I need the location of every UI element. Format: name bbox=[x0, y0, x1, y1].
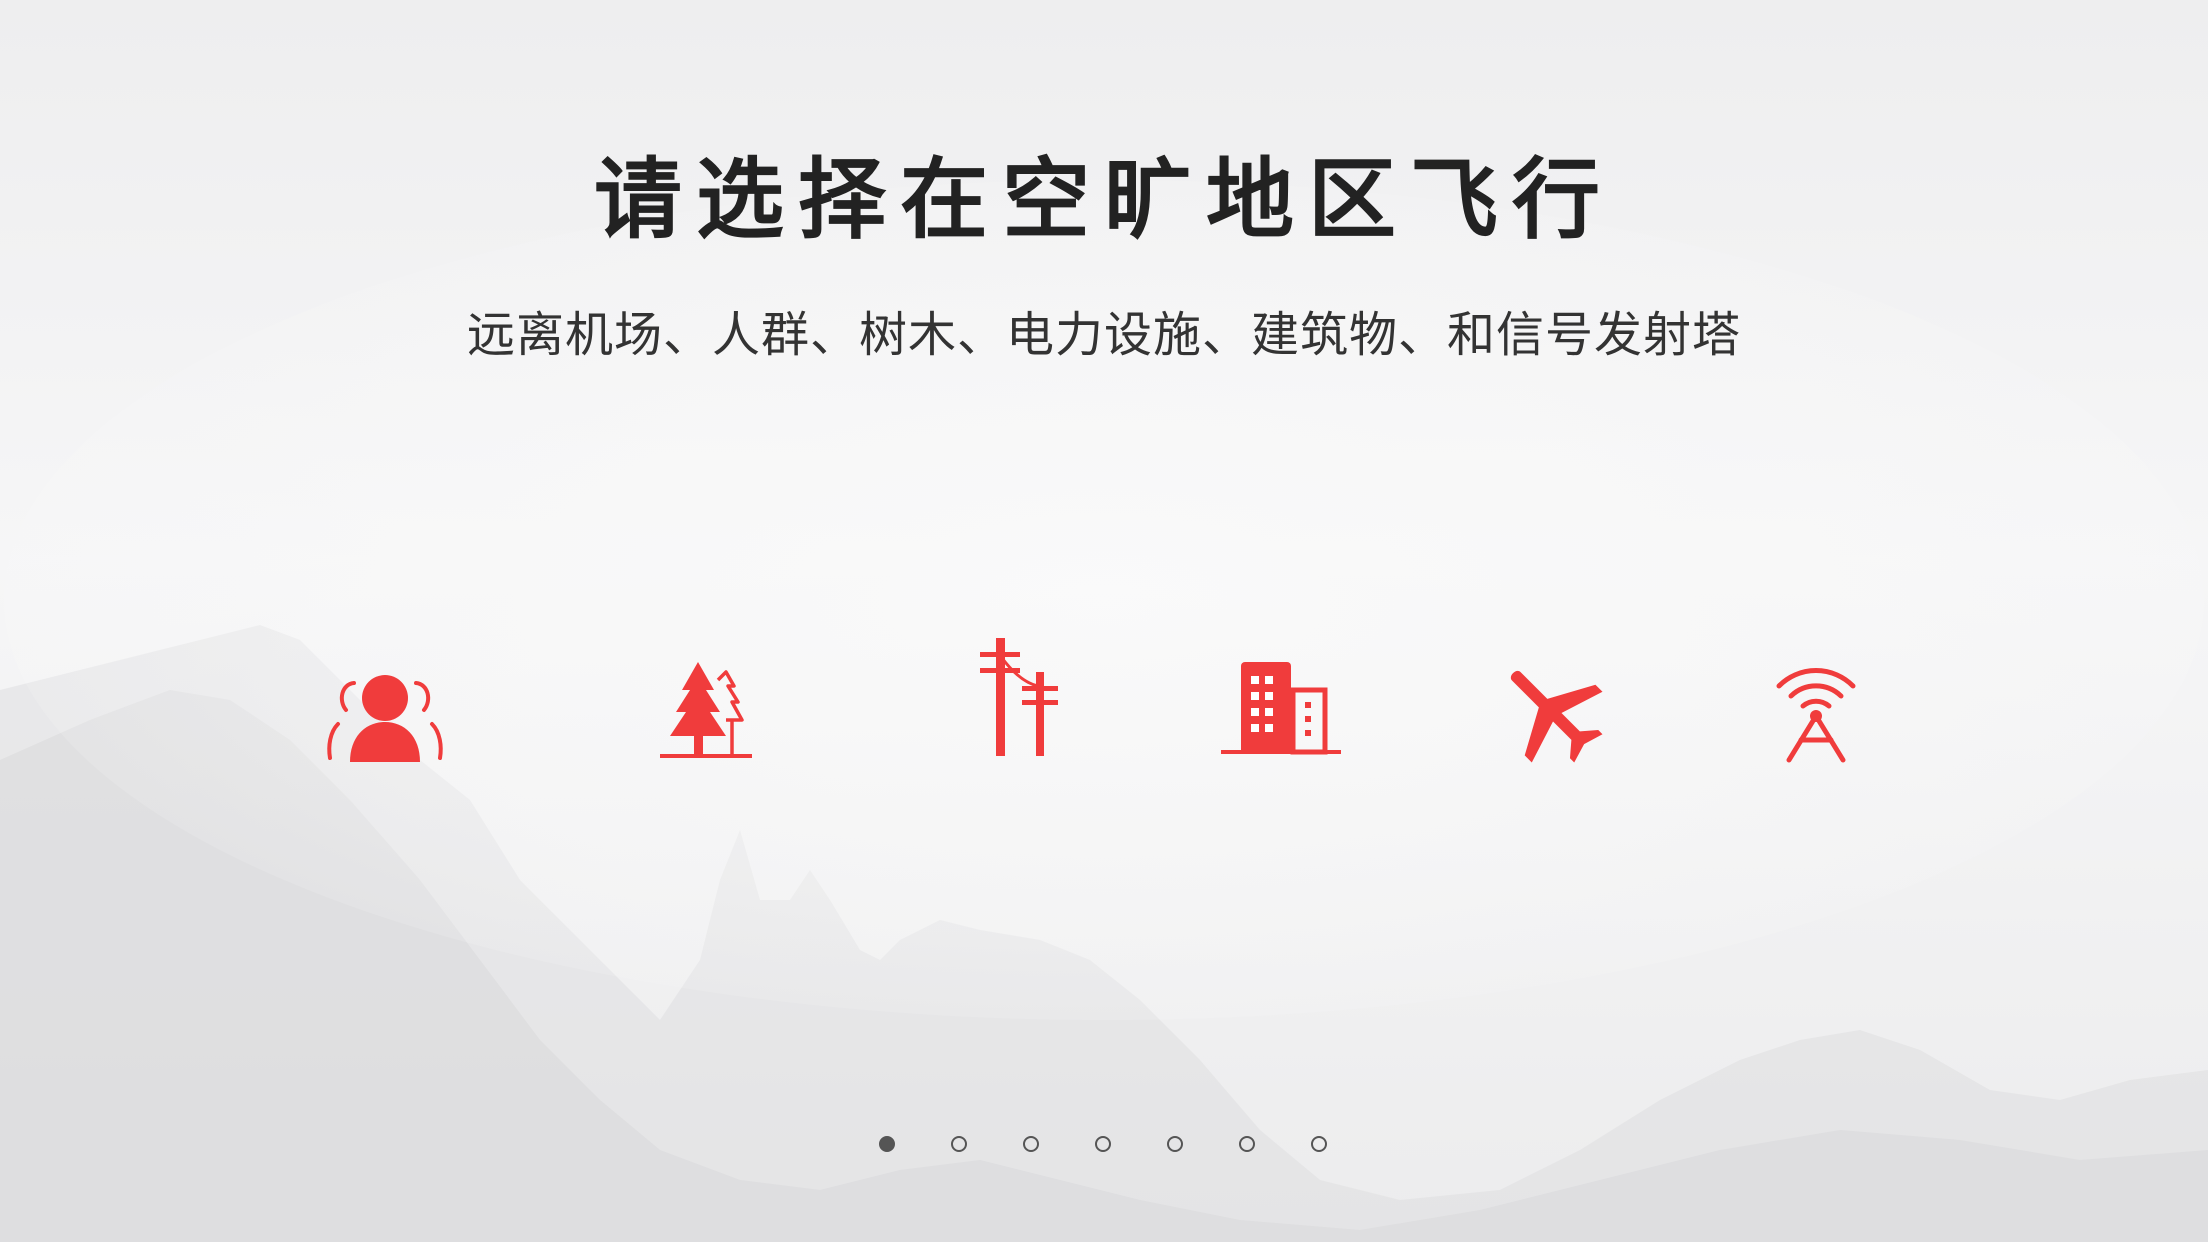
signal-tower-icon bbox=[1751, 650, 1881, 780]
page-dot-2[interactable] bbox=[951, 1136, 967, 1152]
page-title: 请选择在空旷地区飞行 bbox=[593, 148, 1614, 251]
building-icon bbox=[1215, 650, 1345, 780]
page-subtitle: 远离机场、人群、树木、电力设施、建筑物、和信号发射塔 bbox=[466, 307, 1741, 363]
airplane-icon bbox=[1488, 648, 1618, 778]
page-dot-5[interactable] bbox=[1167, 1136, 1183, 1152]
page-dot-7[interactable] bbox=[1311, 1136, 1327, 1152]
page-dot-6[interactable] bbox=[1239, 1136, 1255, 1152]
crowd-icon bbox=[320, 650, 450, 780]
page-dot-3[interactable] bbox=[1023, 1136, 1039, 1152]
trees-icon bbox=[640, 650, 770, 780]
page-dot-1[interactable] bbox=[879, 1136, 895, 1152]
pagination-dots bbox=[0, 1136, 2208, 1156]
power-line-icon bbox=[940, 638, 1070, 768]
page-dot-4[interactable] bbox=[1095, 1136, 1111, 1152]
